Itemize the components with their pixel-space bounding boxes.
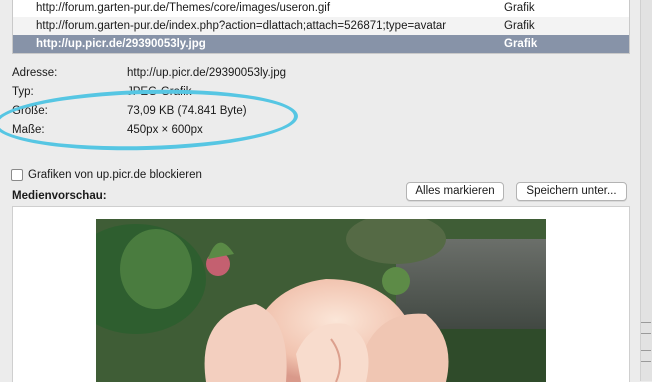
media-row-address: http://up.picr.de/29390053ly.jpg — [36, 38, 206, 50]
block-images-checkbox[interactable] — [11, 169, 23, 181]
preview-image-rose — [96, 219, 546, 382]
address-label: Adresse: — [12, 67, 58, 79]
media-row-type: Grafik — [504, 2, 535, 14]
media-row-address: http://forum.garten-pur.de/Themes/core/i… — [36, 2, 331, 14]
select-all-button[interactable]: Alles markieren — [406, 182, 504, 201]
address-value: http://up.picr.de/29390053ly.jpg — [127, 67, 286, 79]
window-edge-scrollbar[interactable] — [640, 0, 652, 381]
save-as-button[interactable]: Speichern unter... — [516, 182, 627, 201]
media-row-type: Grafik — [504, 38, 538, 50]
scroll-marker — [641, 322, 651, 334]
media-preview-heading: Medienvorschau: — [12, 190, 107, 202]
type-label: Typ: — [12, 86, 34, 98]
block-images-option[interactable]: Grafiken von up.picr.de blockieren — [11, 169, 202, 181]
media-row[interactable]: http://forum.garten-pur.de/index.php?act… — [13, 17, 629, 35]
media-row-address: http://forum.garten-pur.de/index.php?act… — [36, 20, 447, 32]
media-preview-panel — [12, 206, 630, 382]
block-images-label: Grafiken von up.picr.de blockieren — [28, 169, 202, 181]
media-row[interactable]: http://forum.garten-pur.de/Themes/core/i… — [13, 0, 629, 17]
highlight-annotation-ring — [0, 86, 299, 154]
media-list[interactable]: http://forum.garten-pur.de/Themes/core/i… — [12, 0, 630, 54]
rose-photo-graphic — [96, 219, 546, 382]
media-row-selected[interactable]: http://up.picr.de/29390053ly.jpg Grafik — [13, 35, 629, 53]
scroll-marker — [641, 350, 651, 362]
media-row-type: Grafik — [504, 20, 535, 32]
